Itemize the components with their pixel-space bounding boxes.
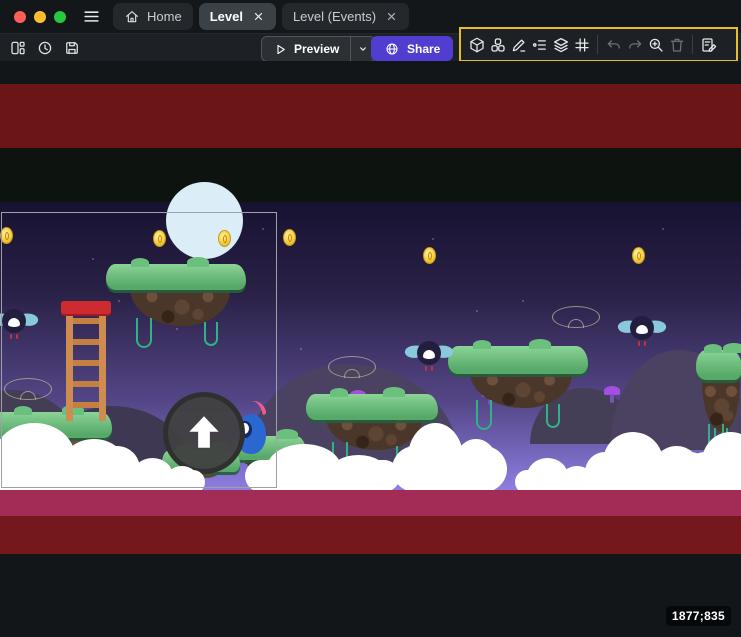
undo-icon — [603, 33, 624, 57]
vine — [546, 404, 560, 428]
zoom-in-icon[interactable] — [645, 33, 666, 57]
cloud-puff — [329, 455, 388, 492]
coin[interactable] — [632, 247, 645, 264]
tab-level[interactable]: Level — [199, 3, 276, 30]
ghost-outline-arc — [344, 369, 360, 378]
window-close-button[interactable] — [14, 11, 26, 23]
bat-enemy[interactable] — [405, 337, 453, 377]
tab-label: Home — [147, 9, 182, 24]
toolbar-divider — [597, 35, 598, 54]
island-grass — [448, 346, 588, 374]
grid-icon[interactable] — [571, 33, 592, 57]
share-label: Share — [407, 42, 440, 56]
bottom-red-band[interactable] — [0, 516, 741, 554]
ghost-outline-arc — [568, 319, 584, 328]
chevron-down-icon — [356, 42, 370, 56]
grass-tuft — [330, 388, 348, 397]
island-grass — [696, 350, 741, 380]
preview-button-group: Preview — [261, 36, 376, 62]
star — [476, 310, 478, 312]
preview-label: Preview — [294, 42, 339, 56]
hamburger-icon — [82, 7, 101, 26]
layers-icon[interactable] — [550, 33, 571, 57]
bat-enemy[interactable] — [618, 312, 666, 352]
bat-claw — [644, 341, 646, 346]
scene-tools-highlight — [459, 27, 738, 62]
bat-claw — [425, 366, 427, 371]
magenta-ground-band[interactable] — [0, 490, 741, 516]
bat-claw — [431, 366, 433, 371]
mushroom-stem — [610, 394, 614, 403]
cloud — [685, 452, 741, 492]
vine — [476, 400, 492, 430]
trash-icon — [666, 33, 687, 57]
star — [522, 300, 524, 302]
scene-canvas[interactable]: 1877;835 — [0, 61, 741, 637]
share-button[interactable]: Share — [371, 36, 453, 61]
star — [432, 238, 434, 240]
selection-rectangle — [1, 212, 277, 488]
star — [300, 348, 302, 350]
coin-slot — [637, 252, 641, 260]
events-editor-icon[interactable] — [698, 33, 719, 57]
toolbar-divider — [692, 35, 693, 54]
window-controls — [14, 11, 66, 23]
play-icon — [273, 42, 288, 57]
close-icon[interactable] — [385, 10, 398, 23]
save-icon[interactable] — [62, 38, 82, 58]
tab-home[interactable]: Home — [113, 3, 193, 30]
cloud-puff — [454, 439, 498, 492]
grass-tuft — [383, 387, 405, 397]
cube-3d-icon[interactable] — [466, 33, 487, 57]
dark-strip — [0, 148, 741, 202]
history-icon[interactable] — [35, 38, 55, 58]
bat-eye — [423, 350, 435, 359]
grass-tuft — [723, 343, 741, 353]
coin[interactable] — [283, 229, 296, 246]
close-icon[interactable] — [252, 10, 265, 23]
top-red-band[interactable] — [0, 84, 741, 148]
preview-button[interactable]: Preview — [262, 37, 350, 61]
project-manager-icon[interactable] — [8, 38, 28, 58]
ghost-outline — [552, 306, 600, 328]
ghost-outline — [328, 356, 376, 378]
island-platform[interactable] — [448, 346, 588, 438]
globe-icon — [384, 41, 400, 57]
tab-bar: Home Level Level (Events) — [113, 0, 409, 33]
coin-slot — [288, 234, 292, 242]
grass-tuft — [473, 340, 491, 349]
coin-slot — [428, 252, 432, 260]
mushroom — [604, 386, 620, 404]
island-grass — [306, 394, 438, 420]
grass-tuft — [704, 344, 722, 353]
bat-claw — [638, 341, 640, 346]
pencil-icon[interactable] — [508, 33, 529, 57]
grass-tuft — [529, 339, 551, 349]
app-window: Home Level Level (Events) — [0, 0, 741, 637]
window-zoom-button[interactable] — [54, 11, 66, 23]
grass-tuft — [276, 429, 298, 439]
bat-eye — [636, 325, 648, 334]
redo-icon — [624, 33, 645, 57]
instances-list-icon[interactable] — [529, 33, 550, 57]
window-minimize-button[interactable] — [34, 11, 46, 23]
tab-label: Level (Events) — [293, 9, 376, 24]
cloud — [392, 446, 507, 492]
coin[interactable] — [423, 247, 436, 264]
toolbar-left-group — [8, 34, 82, 62]
home-icon — [124, 9, 140, 25]
star — [662, 228, 664, 230]
coordinates-badge: 1877;835 — [666, 606, 731, 626]
objects-icon[interactable] — [487, 33, 508, 57]
tab-label: Level — [210, 9, 243, 24]
main-menu-button[interactable] — [80, 5, 103, 28]
tab-level-events[interactable]: Level (Events) — [282, 3, 409, 30]
